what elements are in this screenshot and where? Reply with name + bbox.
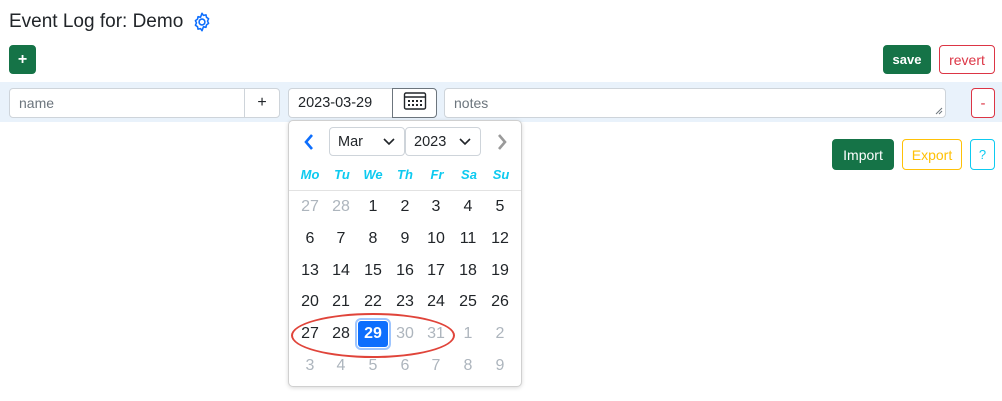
name-input[interactable]: name <box>9 88 245 118</box>
calendar-day[interactable]: 21 <box>326 289 356 315</box>
page-title: Event Log for: Demo <box>9 11 184 32</box>
calendar-day[interactable]: 3 <box>295 353 325 379</box>
date-value: 2023-03-29 <box>298 95 373 111</box>
calendar-day[interactable]: 11 <box>453 226 483 252</box>
calendar-day[interactable]: 4 <box>326 353 356 379</box>
calendar-day[interactable]: 28 <box>326 194 356 220</box>
calendar-day[interactable]: 5 <box>358 353 388 379</box>
calendar-day[interactable]: 7 <box>326 226 356 252</box>
calendar-day[interactable]: 2 <box>485 321 515 347</box>
calendar-day[interactable]: 1 <box>358 194 388 220</box>
add-event-button[interactable]: + <box>9 45 36 74</box>
calendar-day[interactable]: 22 <box>358 289 388 315</box>
calendar-day[interactable]: 1 <box>453 321 483 347</box>
calendar-day[interactable]: 5 <box>485 194 515 220</box>
help-button[interactable]: ? <box>970 139 995 170</box>
calendar-day[interactable]: 24 <box>421 289 451 315</box>
calendar-day[interactable]: 19 <box>485 258 515 284</box>
calendar-day[interactable]: 6 <box>295 226 325 252</box>
notes-placeholder: notes <box>454 95 489 111</box>
import-button[interactable]: Import <box>832 139 894 170</box>
calendar-icon <box>403 91 427 116</box>
prev-month-button[interactable] <box>299 131 319 153</box>
weekday-label: Fr <box>430 167 444 182</box>
calendar-day[interactable]: 15 <box>358 258 388 284</box>
date-input[interactable]: 2023-03-29 <box>288 88 393 118</box>
calendar-day[interactable]: 31 <box>421 321 451 347</box>
save-button[interactable]: save <box>883 45 931 74</box>
weekday-label: Su <box>492 167 510 182</box>
calendar-day[interactable]: 28 <box>326 321 356 347</box>
calendar-toggle-button[interactable] <box>392 88 437 118</box>
weekday-label: Mo <box>300 167 320 182</box>
notes-textarea[interactable]: notes <box>444 88 946 118</box>
name-add-button[interactable]: + <box>244 88 280 118</box>
calendar-day[interactable]: 4 <box>453 194 483 220</box>
chevron-down-icon <box>459 138 471 146</box>
calendar-day[interactable]: 14 <box>326 258 356 284</box>
year-select[interactable]: 2023 <box>405 127 481 156</box>
chevron-right-icon <box>498 134 507 150</box>
calendar-day[interactable]: 8 <box>358 226 388 252</box>
revert-button[interactable]: revert <box>939 45 995 74</box>
calendar-day[interactable]: 13 <box>295 258 325 284</box>
calendar-day[interactable]: 7 <box>421 353 451 379</box>
name-placeholder: name <box>19 95 55 111</box>
calendar-day[interactable]: 26 <box>485 289 515 315</box>
weekday-label: We <box>363 167 383 182</box>
calendar-day[interactable]: 9 <box>485 353 515 379</box>
calendar-day-selected[interactable]: 29 <box>355 318 391 350</box>
month-select[interactable]: Mar <box>329 127 405 156</box>
weekday-label: Tu <box>334 167 350 182</box>
calendar-day[interactable]: 2 <box>390 194 420 220</box>
calendar-day[interactable]: 20 <box>295 289 325 315</box>
datepicker-header: Mar 2023 Mo Tu We Th Fr Sa Su <box>289 121 521 191</box>
calendar-day[interactable]: 18 <box>453 258 483 284</box>
chevron-left-icon <box>304 134 313 150</box>
chevron-down-icon <box>383 138 395 146</box>
month-select-value: Mar <box>338 133 363 150</box>
calendar-day[interactable]: 17 <box>421 258 451 284</box>
calendar-day[interactable]: 3 <box>421 194 451 220</box>
calendar-day[interactable]: 10 <box>421 226 451 252</box>
calendar-day[interactable]: 9 <box>390 226 420 252</box>
export-button[interactable]: Export <box>902 139 962 170</box>
year-select-value: 2023 <box>414 133 447 150</box>
calendar-day[interactable]: 27 <box>295 321 325 347</box>
calendar-day[interactable]: 27 <box>295 194 325 220</box>
calendar-day[interactable]: 12 <box>485 226 515 252</box>
gear-icon[interactable] <box>191 11 213 33</box>
calendar-day[interactable]: 25 <box>453 289 483 315</box>
calendar-day[interactable]: 23 <box>390 289 420 315</box>
calendar-day[interactable]: 6 <box>390 353 420 379</box>
remove-row-button[interactable]: - <box>971 88 995 118</box>
resize-handle-icon[interactable] <box>935 107 943 115</box>
calendar-day[interactable]: 30 <box>390 321 420 347</box>
calendar-day[interactable]: 16 <box>390 258 420 284</box>
weekday-label: Sa <box>461 167 477 182</box>
weekday-label: Th <box>397 167 413 182</box>
next-month-button[interactable] <box>492 131 512 153</box>
datepicker-popup: Mar 2023 Mo Tu We Th Fr Sa Su 27 28 1 2 3 4 5 6… <box>288 120 522 387</box>
calendar-day[interactable]: 8 <box>453 353 483 379</box>
title-row: Event Log for: Demo <box>9 9 213 35</box>
